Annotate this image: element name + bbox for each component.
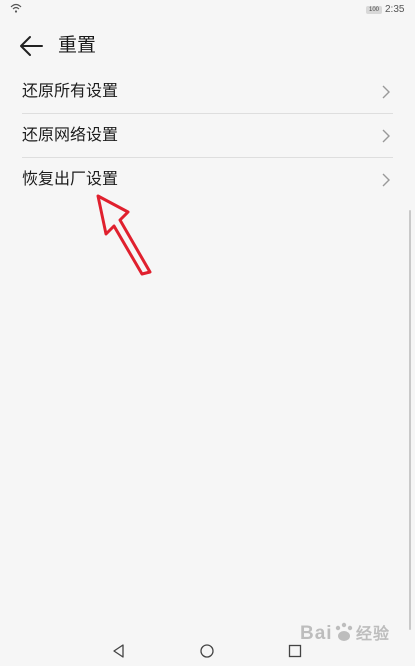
- scrollbar[interactable]: [409, 210, 411, 630]
- battery-icon: 100: [366, 6, 382, 14]
- annotation-arrow: [96, 194, 152, 276]
- page-title: 重置: [58, 34, 97, 56]
- reset-options-list: 还原所有设置 还原网络设置 恢复出厂设置: [0, 70, 415, 202]
- back-arrow-icon: [20, 36, 43, 56]
- navigation-bar: [0, 636, 415, 666]
- chevron-right-icon: [382, 173, 390, 187]
- reset-network-settings-item[interactable]: 还原网络设置: [0, 114, 415, 158]
- status-time: 2:35: [385, 4, 405, 15]
- back-button[interactable]: [18, 34, 44, 58]
- reset-all-settings-item[interactable]: 还原所有设置: [0, 70, 415, 114]
- nav-back-icon[interactable]: [111, 643, 127, 659]
- status-bar: 100 2:35: [0, 0, 415, 20]
- factory-reset-item[interactable]: 恢复出厂设置: [0, 158, 415, 202]
- nav-recents-icon[interactable]: [287, 643, 303, 659]
- wifi-icon: [10, 3, 22, 13]
- reset-all-settings-label: 还原所有设置: [22, 81, 119, 100]
- factory-reset-label: 恢复出厂设置: [22, 169, 119, 188]
- chevron-right-icon: [382, 85, 390, 99]
- reset-network-settings-label: 还原网络设置: [22, 125, 119, 144]
- chevron-right-icon: [382, 129, 390, 143]
- header: 重置: [0, 28, 415, 64]
- nav-home-icon[interactable]: [199, 643, 215, 659]
